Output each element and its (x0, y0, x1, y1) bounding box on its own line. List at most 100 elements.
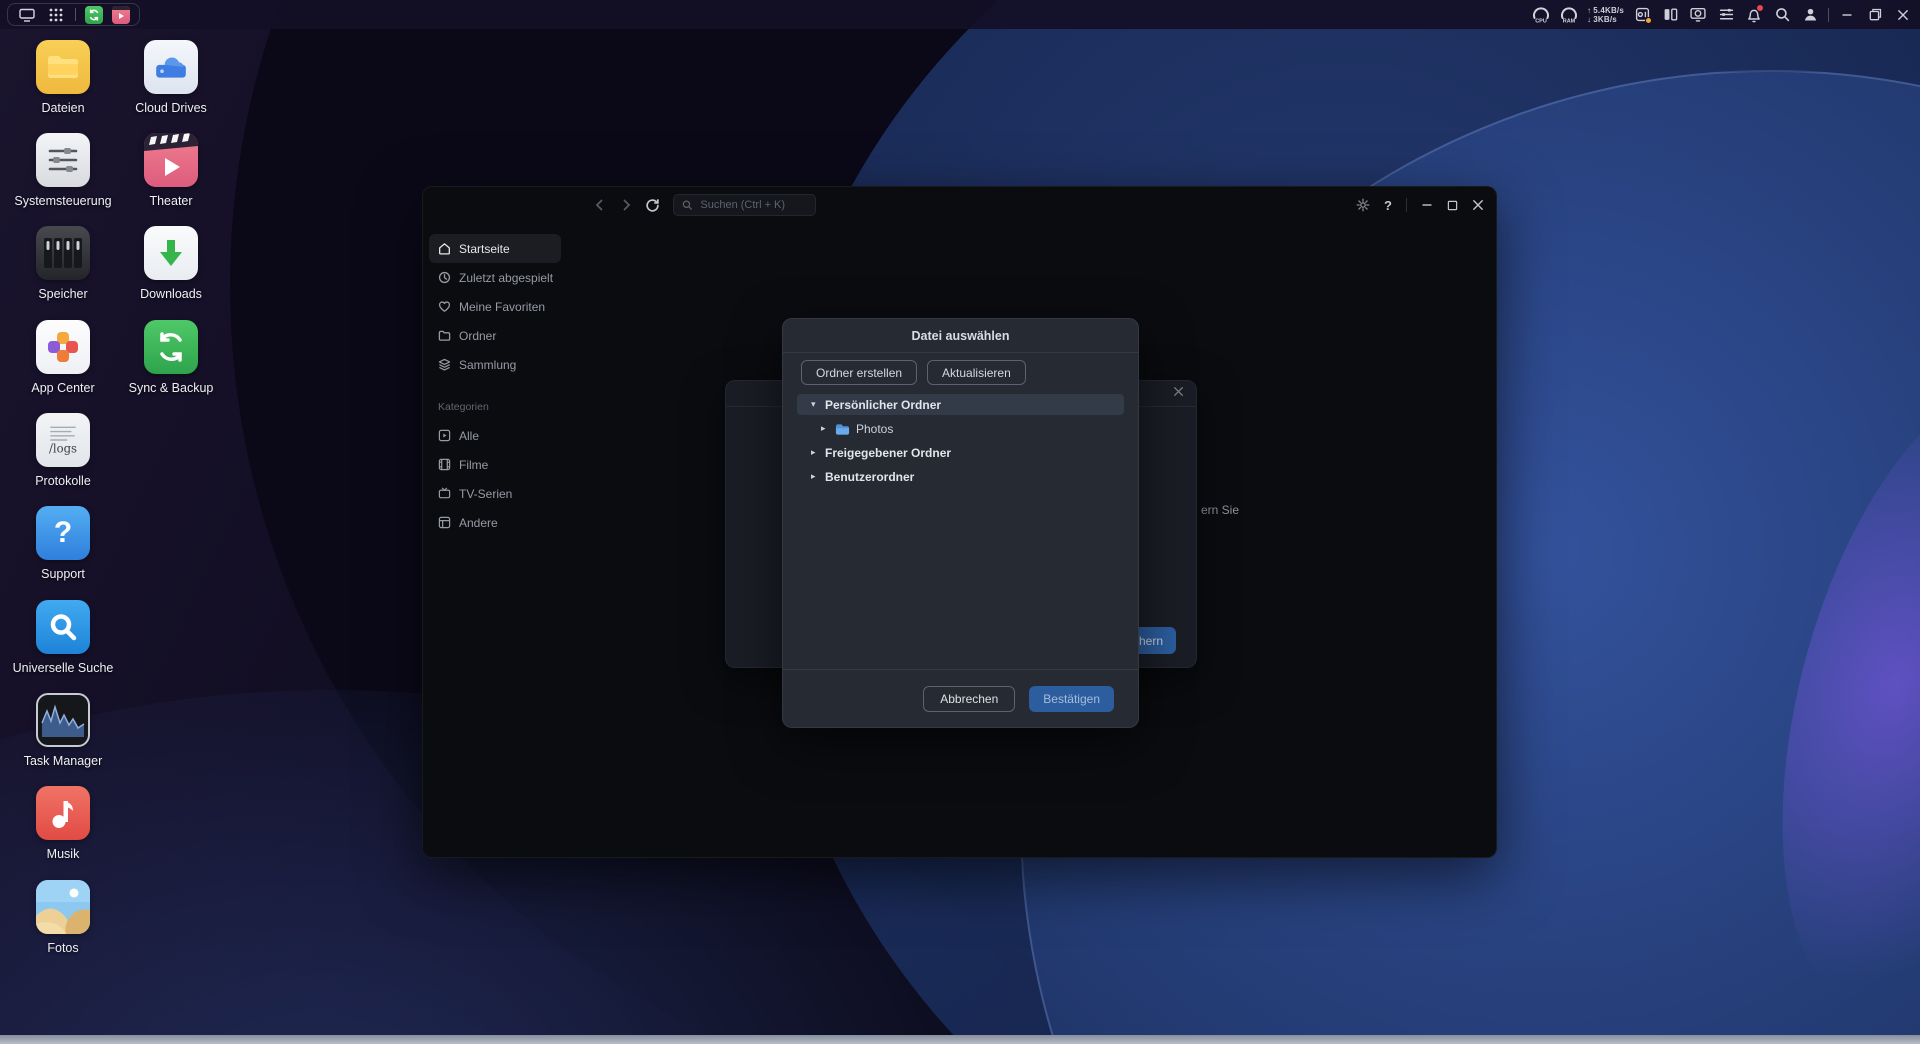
sidebar-item-alle[interactable]: Alle (429, 421, 561, 450)
tree-row-persoenlicher-ordner[interactable]: ▾ Persönlicher Ordner (797, 394, 1124, 415)
sidebar-item-ordner[interactable]: Ordner (429, 321, 561, 350)
desktop-icon-universelle-suche[interactable]: Universelle Suche (8, 600, 118, 675)
caret-right-icon[interactable]: ▸ (821, 423, 835, 434)
app-grid-icon[interactable] (46, 4, 66, 26)
refresh-button[interactable]: Aktualisieren (927, 360, 1026, 385)
close-session-icon[interactable] (1893, 4, 1913, 26)
window-header (423, 187, 1496, 223)
clock-icon (438, 271, 451, 284)
cpu-gauge-icon[interactable]: CPU (1531, 6, 1551, 23)
desktop-icon-label: Musik (47, 847, 80, 861)
close-icon[interactable] (1173, 386, 1184, 397)
back-icon[interactable] (593, 198, 607, 212)
desktop-icon-systemsteuerung[interactable]: Systemsteuerung (8, 133, 118, 208)
box-icon (438, 516, 451, 529)
ram-label: RAM (1563, 19, 1576, 24)
user-account-icon[interactable] (1800, 4, 1820, 26)
tree-row-label: Freigegebener Ordner (825, 446, 951, 460)
app-center-icon (36, 320, 90, 374)
show-desktop-icon[interactable] (17, 4, 37, 26)
taskbar-pinned-apps (7, 3, 140, 26)
remote-display-icon[interactable] (1688, 4, 1708, 26)
sidebar-item-label: Zuletzt abgespielt (459, 271, 553, 285)
system-update-icon[interactable] (1632, 4, 1652, 26)
cancel-button[interactable]: Abbrechen (923, 686, 1015, 712)
minimize-icon[interactable] (1421, 199, 1433, 211)
desktop-icon-theater[interactable]: Theater (116, 133, 226, 208)
sidebar-item-andere[interactable]: Andere (429, 508, 561, 537)
sidebar-item-meine-favoriten[interactable]: Meine Favoriten (429, 292, 561, 321)
desktop-icon-label: Systemsteuerung (14, 194, 111, 208)
storage-icon (36, 226, 90, 280)
network-speed-widget[interactable]: ↑ 5.4KB/s ↓ 3KB/s (1587, 6, 1624, 24)
confirm-button[interactable]: Bestätigen (1029, 686, 1114, 712)
download-arrow-icon: ↓ (1587, 15, 1591, 24)
layers-icon (438, 358, 451, 371)
restore-windows-icon[interactable] (1865, 4, 1885, 26)
home-icon (438, 242, 451, 255)
upload-arrow-icon: ↑ (1587, 6, 1591, 15)
taskbar-separator (75, 8, 76, 21)
search-bar[interactable] (673, 194, 816, 216)
forward-icon[interactable] (619, 198, 633, 212)
notification-badge (1757, 5, 1763, 11)
tree-row-label: Photos (856, 422, 893, 436)
caret-down-icon[interactable]: ▾ (811, 399, 825, 410)
desktop-icon-dateien[interactable]: Dateien (8, 40, 118, 115)
dialog-footer: Abbrechen Bestätigen (783, 669, 1138, 727)
sidebar-item-label: Meine Favoriten (459, 300, 545, 314)
sidebar-item-filme[interactable]: Filme (429, 450, 561, 479)
settings-gear-icon[interactable] (1356, 198, 1370, 212)
running-app-sync-backup-icon[interactable] (85, 6, 103, 24)
tree-row-benutzerordner[interactable]: ▸ Benutzerordner (797, 466, 1124, 487)
minimize-all-icon[interactable] (1837, 4, 1857, 26)
caret-right-icon[interactable]: ▸ (811, 447, 825, 458)
maximize-icon[interactable] (1447, 200, 1458, 211)
desktop-icon-musik[interactable]: Musik (8, 786, 118, 861)
desktop-icon-task-manager[interactable]: Task Manager (8, 693, 118, 768)
desktop-icon-label: Sync & Backup (129, 381, 214, 395)
desktop-icon-label: Task Manager (24, 754, 103, 768)
refresh-icon[interactable] (645, 198, 660, 213)
tree-row-photos[interactable]: ▸ Photos (797, 418, 1124, 439)
sidebar-item-startseite[interactable]: Startseite (429, 234, 561, 263)
update-badge (1645, 17, 1652, 24)
sidebar-item-tv-serien[interactable]: TV-Serien (429, 479, 561, 508)
desktop-icon-sync-backup[interactable]: Sync & Backup (116, 320, 226, 395)
desktop-icon-protokolle[interactable]: /logs Protokolle (8, 413, 118, 488)
desktop-icon-label: Downloads (140, 287, 202, 301)
desktop-icon-fotos[interactable]: Fotos (8, 880, 118, 955)
desktop-icon-label: Protokolle (35, 474, 91, 488)
desktop-icon-label: Dateien (41, 101, 84, 115)
content-hint-text-fragment: ern Sie (1201, 503, 1239, 517)
close-icon[interactable] (1472, 199, 1484, 211)
task-queue-icon[interactable] (1716, 4, 1736, 26)
desktop-icon-app-center[interactable]: App Center (8, 320, 118, 395)
desktop-icon-label: Speicher (38, 287, 87, 301)
desktop-icon-support[interactable]: Support (8, 506, 118, 581)
desktop-icon-downloads[interactable]: Downloads (116, 226, 226, 301)
sidebar-item-sammlung[interactable]: Sammlung (429, 350, 561, 379)
running-app-theater-icon[interactable] (112, 6, 130, 24)
widgets-panel-icon[interactable] (1660, 4, 1680, 26)
ram-gauge-icon[interactable]: RAM (1559, 6, 1579, 23)
desktop-icon-cloud-drives[interactable]: Cloud Drives (116, 40, 226, 115)
sidebar-item-zuletzt-abgespielt[interactable]: Zuletzt abgespielt (429, 263, 561, 292)
desktop-icon-speicher[interactable]: Speicher (8, 226, 118, 301)
notifications-bell-icon[interactable] (1744, 4, 1764, 26)
tree-row-freigegebener-ordner[interactable]: ▸ Freigegebener Ordner (797, 442, 1124, 463)
desktop-icon-label: Fotos (47, 941, 78, 955)
cloud-drive-icon (144, 40, 198, 94)
tree-row-label: Benutzerordner (825, 470, 914, 484)
desktop-icon-label: Support (41, 567, 85, 581)
create-folder-button[interactable]: Ordner erstellen (801, 360, 917, 385)
sidebar-item-label: Ordner (459, 329, 496, 343)
desktop-icon-label: Cloud Drives (135, 101, 207, 115)
search-input[interactable] (698, 198, 807, 212)
search-icon[interactable] (1772, 4, 1792, 26)
help-icon[interactable] (1384, 198, 1392, 213)
caret-right-icon[interactable]: ▸ (811, 471, 825, 482)
download-arrow-icon (144, 226, 198, 280)
heart-icon (438, 300, 451, 313)
window-controls (1356, 187, 1484, 223)
